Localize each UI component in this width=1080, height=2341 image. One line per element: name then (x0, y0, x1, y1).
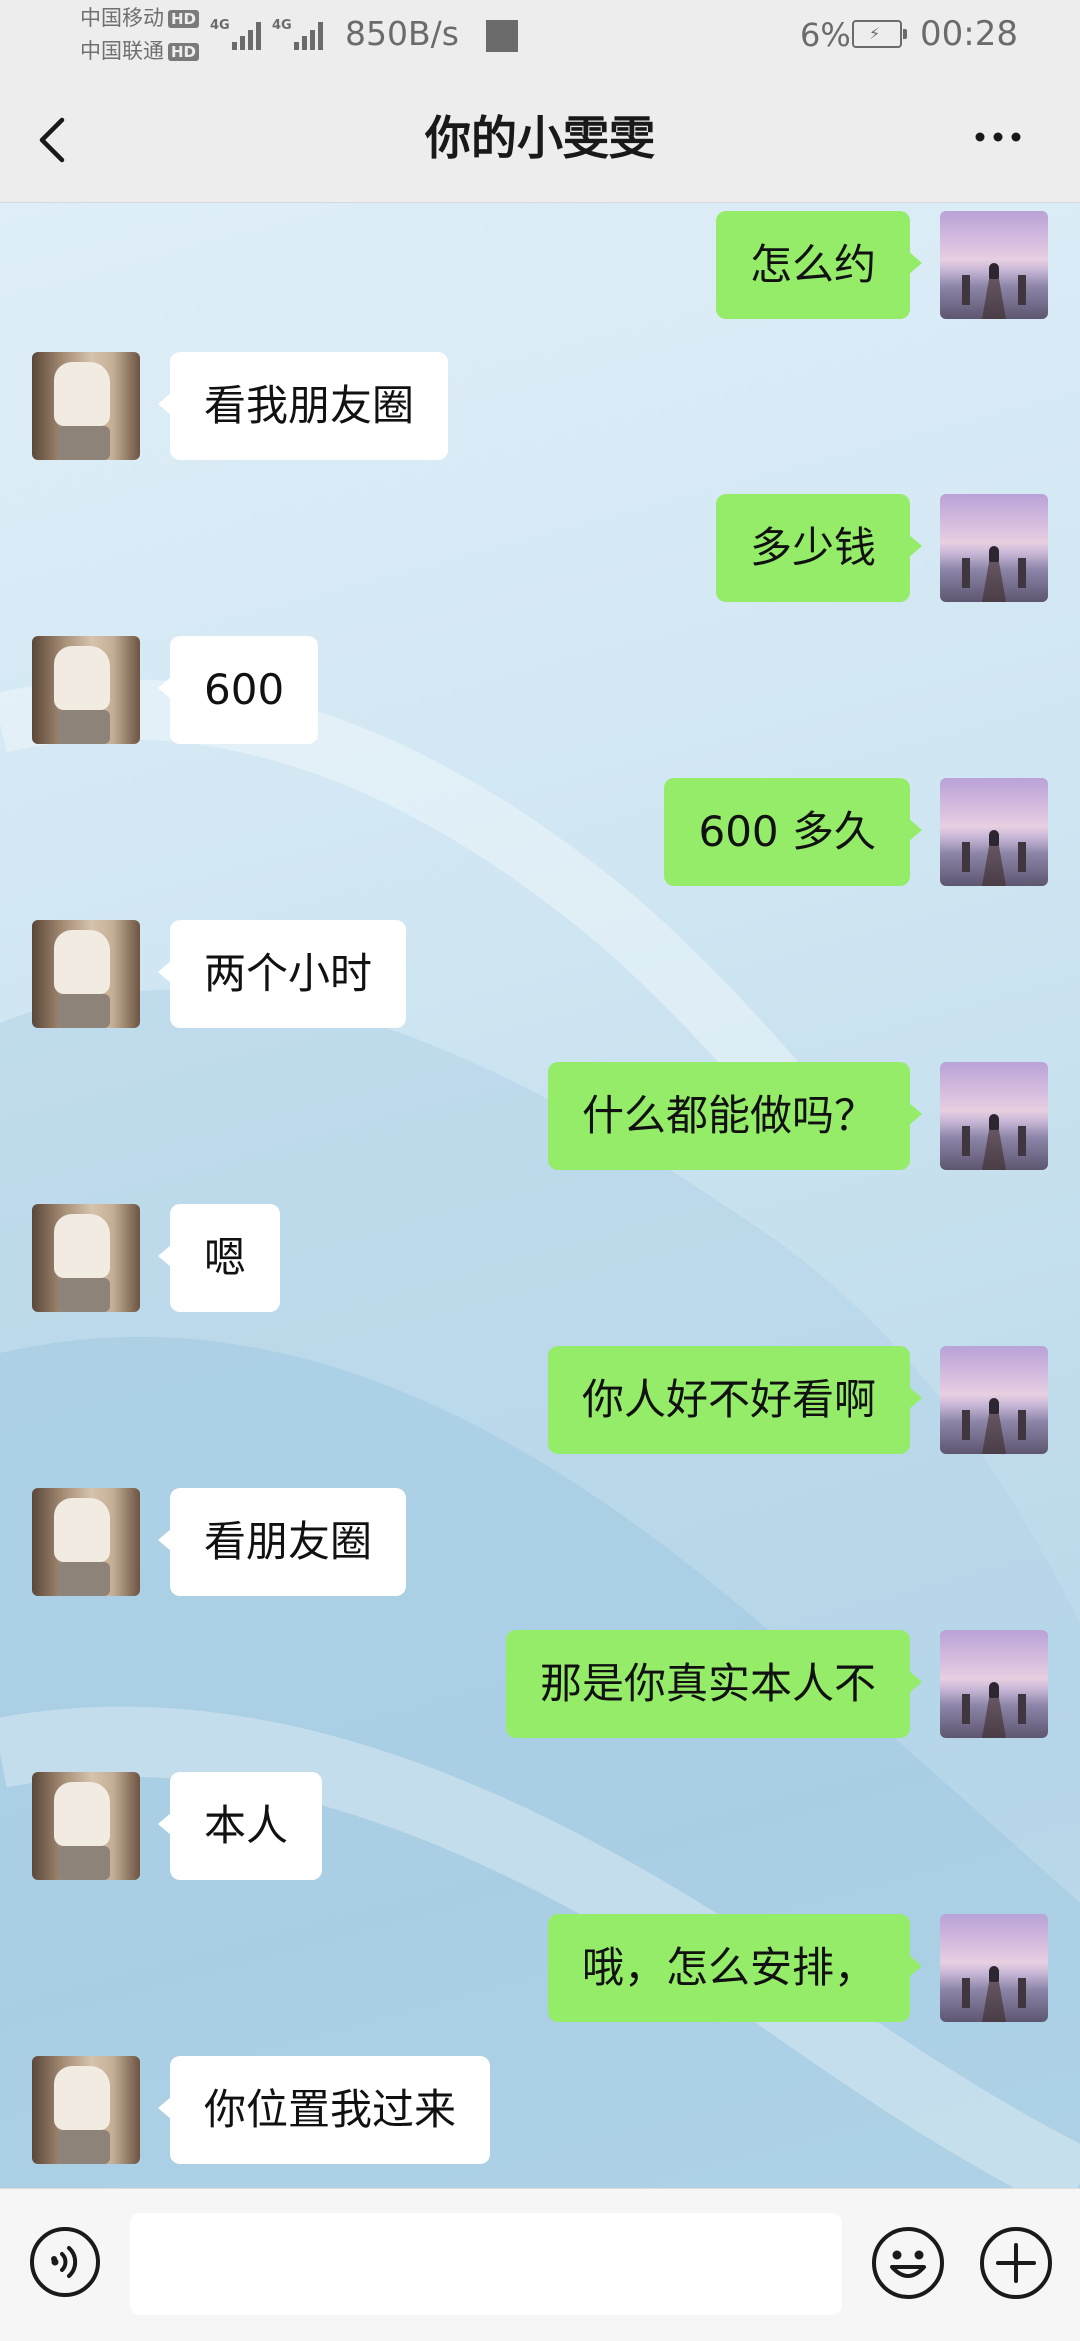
message-bubble[interactable]: 看朋友圈 (157, 1488, 407, 1596)
message-bubble[interactable]: 什么都能做吗？ (547, 1062, 923, 1170)
message-incoming[interactable]: 看朋友圈 (0, 1488, 1080, 1598)
network-type-label: 4G (210, 18, 230, 33)
message-incoming[interactable]: 本人 (0, 1772, 1080, 1882)
message-bubble[interactable]: 本人 (157, 1772, 323, 1880)
status-bar: 中国移动 HD 中国联通 HD 4G 4G 850B/s 6% ⚡ 00:28 (0, 0, 1080, 72)
network-type-label-2: 4G (272, 18, 292, 33)
avatar-self[interactable] (940, 778, 1048, 886)
avatar-self[interactable] (940, 211, 1048, 319)
chat-title: 你的小雯雯 (425, 111, 655, 165)
chevron-left-icon[interactable] (30, 110, 80, 170)
message-bubble[interactable]: 那是你真实本人不 (505, 1630, 923, 1738)
message-bubble[interactable]: 多少钱 (715, 494, 923, 602)
avatar-self[interactable] (940, 1630, 1048, 1738)
message-bubble[interactable]: 两个小时 (157, 920, 407, 1028)
avatar-contact[interactable] (32, 636, 140, 744)
message-bubble[interactable]: 嗯 (157, 1204, 281, 1312)
carrier-1: 中国移动 HD (80, 6, 200, 30)
message-incoming[interactable]: 两个小时 (0, 920, 1080, 1030)
avatar-contact[interactable] (32, 352, 140, 460)
chat-header: 你的小雯雯 (0, 72, 1080, 203)
voice-icon[interactable] (28, 2225, 102, 2299)
carrier-2: 中国联通 HD (80, 39, 200, 63)
ellipsis-icon[interactable] (970, 122, 1030, 152)
avatar-contact[interactable] (32, 1772, 140, 1880)
message-text-input[interactable] (130, 2213, 842, 2315)
message-bubble[interactable]: 你人好不好看啊 (547, 1346, 923, 1454)
message-outgoing[interactable]: 那是你真实本人不 (0, 1630, 1080, 1740)
avatar-self[interactable] (940, 494, 1048, 602)
carrier-2-name: 中国联通 (80, 39, 164, 63)
clock: 00:28 (920, 14, 1018, 54)
battery-charging-icon: ⚡ (852, 20, 907, 48)
message-input-bar (0, 2188, 1080, 2341)
message-incoming[interactable]: 嗯 (0, 1204, 1080, 1314)
plus-icon[interactable] (978, 2225, 1054, 2301)
carrier-1-name: 中国移动 (80, 6, 164, 30)
chat-message-list[interactable]: 怎么约 看我朋友圈 多少钱 600 600 多久 两个小时 什么都能做吗？ 嗯 … (0, 203, 1080, 2188)
message-bubble[interactable]: 你位置我过来 (157, 2056, 491, 2164)
battery-percent: 6% (800, 16, 851, 54)
message-incoming[interactable]: 你位置我过来 (0, 2056, 1080, 2166)
signal-strength-icon-2: 4G (272, 18, 330, 50)
avatar-contact[interactable] (32, 1488, 140, 1596)
network-speed: 850B/s (345, 14, 459, 53)
message-incoming[interactable]: 600 (0, 636, 1080, 746)
hd-badge-1: HD (168, 10, 200, 28)
avatar-self[interactable] (940, 1062, 1048, 1170)
signal-strength-icon: 4G (210, 18, 268, 50)
hd-badge-2: HD (168, 43, 200, 61)
message-outgoing[interactable]: 600 多久 (0, 778, 1080, 888)
message-bubble[interactable]: 哦，怎么安排， (547, 1914, 923, 2022)
message-outgoing[interactable]: 怎么约 (0, 211, 1080, 321)
emoji-icon[interactable] (870, 2225, 946, 2301)
notification-square-icon (486, 20, 518, 52)
message-outgoing[interactable]: 哦，怎么安排， (0, 1914, 1080, 2024)
message-bubble[interactable]: 600 (157, 636, 319, 744)
message-bubble[interactable]: 怎么约 (715, 211, 923, 319)
message-outgoing[interactable]: 你人好不好看啊 (0, 1346, 1080, 1456)
message-outgoing[interactable]: 多少钱 (0, 494, 1080, 604)
message-incoming[interactable]: 看我朋友圈 (0, 352, 1080, 462)
avatar-self[interactable] (940, 1914, 1048, 2022)
avatar-contact[interactable] (32, 920, 140, 1028)
message-outgoing[interactable]: 什么都能做吗？ (0, 1062, 1080, 1172)
message-bubble[interactable]: 600 多久 (664, 778, 922, 886)
avatar-self[interactable] (940, 1346, 1048, 1454)
avatar-contact[interactable] (32, 1204, 140, 1312)
avatar-contact[interactable] (32, 2056, 140, 2164)
message-bubble[interactable]: 看我朋友圈 (157, 352, 449, 460)
